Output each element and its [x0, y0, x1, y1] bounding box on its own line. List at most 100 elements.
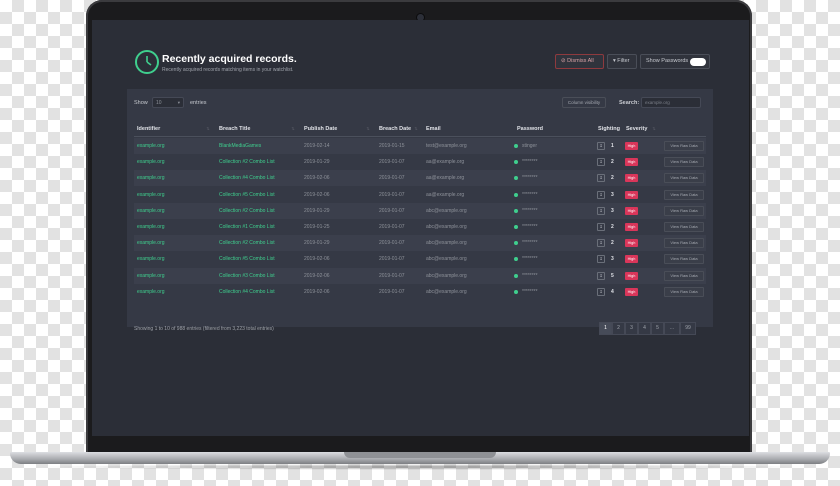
view-raw-data-button[interactable]: View Raw Data — [664, 205, 704, 216]
screen: Recently acquired records. Recently acqu… — [92, 20, 749, 436]
table-row: example.org Collection #5 Combo List 2019-… — [134, 251, 706, 268]
laptop-base-notch — [344, 452, 496, 458]
download-icon[interactable]: ↧ — [597, 190, 605, 199]
cell-identifier[interactable]: example.org — [137, 289, 165, 295]
cell-identifier[interactable]: example.org — [137, 224, 165, 230]
cell-breach-title[interactable]: Collection #5 Combo List — [219, 256, 275, 262]
download-icon[interactable]: ↧ — [597, 287, 605, 296]
cell-breach-title[interactable]: Collection #2 Combo List — [219, 159, 275, 165]
table-row: example.org Collection #3 Combo List 2019-… — [134, 267, 706, 284]
cell-identifier[interactable]: example.org — [137, 273, 165, 279]
download-icon[interactable]: ↧ — [597, 239, 605, 248]
sort-icon[interactable]: ↑↓ — [414, 126, 418, 132]
chevron-down-icon: ▾ — [177, 100, 180, 105]
page-size-value: 10 — [156, 100, 162, 106]
filter-button[interactable]: ▾ Filter — [607, 54, 637, 69]
cell-identifier[interactable]: example.org — [137, 208, 165, 214]
page-button-4[interactable]: 4 — [638, 322, 651, 335]
sort-icon[interactable]: ↑↓ — [206, 126, 210, 132]
cell-breach-title[interactable]: Collection #3 Combo List — [219, 273, 275, 279]
column-header-severity[interactable]: Severity — [626, 126, 647, 132]
cell-identifier[interactable]: example.org — [137, 159, 165, 165]
view-raw-data-button[interactable]: View Raw Data — [664, 157, 704, 168]
cell-breach-title[interactable]: BlankMediaGames — [219, 143, 261, 149]
cell-breach-date: 2019-01-15 — [379, 143, 405, 149]
column-header-publish-date[interactable]: Publish Date — [304, 126, 337, 132]
cell-identifier[interactable]: example.org — [137, 143, 165, 149]
password-status-dot — [514, 289, 518, 294]
cell-breach-date: 2019-01-07 — [379, 159, 405, 166]
cell-password: ******** — [522, 272, 538, 279]
cell-breach-title[interactable]: Collection #2 Combo List — [219, 240, 275, 246]
cell-email: test@example.org — [426, 143, 467, 149]
download-icon[interactable]: ↧ — [597, 174, 605, 183]
cell-identifier[interactable]: example.org — [137, 256, 165, 262]
cell-breach-title[interactable]: Collection #5 Combo List — [219, 192, 275, 198]
column-header-sighting[interactable]: Sighting — [598, 126, 620, 132]
cell-email: abc@example.org — [426, 256, 467, 263]
cell-email: abc@example.org — [426, 224, 467, 230]
page-button-3[interactable]: 3 — [625, 322, 638, 335]
cell-sighting: 3 — [611, 256, 614, 263]
column-header-breach-date[interactable]: Breach Date — [379, 126, 411, 132]
severity-badge: High — [625, 190, 638, 199]
table-row: example.org Collection #2 Combo List 2019-… — [134, 235, 706, 252]
cell-sighting: 2 — [611, 175, 614, 182]
cell-identifier[interactable]: example.org — [137, 175, 165, 181]
column-header-breach-title[interactable]: Breach Title — [219, 126, 250, 132]
column-header-email[interactable]: Email — [426, 126, 441, 132]
cell-breach-title[interactable]: Collection #4 Combo List — [219, 289, 275, 295]
view-raw-data-button[interactable]: View Raw Data — [664, 270, 704, 281]
filter-label: Filter — [617, 58, 630, 64]
download-icon[interactable]: ↧ — [597, 142, 605, 150]
download-icon[interactable]: ↧ — [597, 223, 605, 231]
cell-publish-date: 2019-02-06 — [304, 272, 330, 279]
cell-publish-date: 2019-02-06 — [304, 288, 330, 295]
cell-sighting: 1 — [611, 143, 614, 149]
download-icon[interactable]: ↧ — [597, 158, 605, 167]
download-icon[interactable]: ↧ — [597, 255, 605, 264]
view-raw-data-button[interactable]: View Raw Data — [664, 189, 704, 200]
view-raw-data-button[interactable]: View Raw Data — [664, 141, 704, 151]
column-header-password[interactable]: Password — [517, 126, 543, 132]
column-visibility-button[interactable]: Column visibility — [562, 97, 606, 108]
cell-breach-date: 2019-01-07 — [379, 175, 405, 182]
cell-breach-date: 2019-01-07 — [379, 288, 405, 295]
password-status-dot — [514, 176, 518, 181]
view-raw-data-button[interactable]: View Raw Data — [664, 286, 704, 297]
severity-badge: High — [625, 223, 638, 231]
cell-password: stinger — [522, 143, 538, 149]
records-card: Show 10 ▾ entries Column visibility Sear… — [127, 89, 713, 335]
cell-publish-date: 2019-02-06 — [304, 191, 330, 198]
page-button-5[interactable]: 5 — [651, 322, 664, 335]
page-size-select[interactable]: 10 ▾ — [152, 97, 184, 108]
cell-sighting: 3 — [611, 191, 614, 198]
column-header-identifier[interactable]: Identifier — [137, 126, 160, 132]
show-passwords-toggle[interactable] — [690, 58, 706, 66]
cell-breach-date: 2019-01-07 — [379, 207, 405, 214]
table-row: example.org BlankMediaGames 2019-02-14 2019… — [134, 138, 706, 154]
view-raw-data-button[interactable]: View Raw Data — [664, 222, 704, 232]
page-button-99[interactable]: 99 — [680, 322, 696, 335]
sort-icon[interactable]: ↑↓ — [652, 126, 656, 132]
sort-icon[interactable]: ↑↓ — [366, 126, 370, 132]
cell-identifier[interactable]: example.org — [137, 192, 165, 198]
cell-password: ******** — [522, 175, 538, 182]
dismiss-all-button[interactable]: ⊘ Dismiss All — [555, 54, 604, 69]
sort-icon[interactable]: ↑↓ — [291, 126, 295, 132]
download-icon[interactable]: ↧ — [597, 271, 605, 280]
view-raw-data-button[interactable]: View Raw Data — [664, 173, 704, 184]
cell-breach-title[interactable]: Collection #1 Combo List — [219, 224, 275, 230]
search-input[interactable]: example.org — [641, 97, 701, 108]
cell-breach-title[interactable]: Collection #4 Combo List — [219, 175, 275, 181]
download-icon[interactable]: ↧ — [597, 206, 605, 215]
view-raw-data-button[interactable]: View Raw Data — [664, 238, 704, 249]
cell-password: ******** — [522, 159, 538, 166]
cell-breach-title[interactable]: Collection #2 Combo List — [219, 208, 275, 214]
page-button-1[interactable]: 1 — [599, 322, 612, 335]
cell-identifier[interactable]: example.org — [137, 240, 165, 246]
page-button-2[interactable]: 2 — [612, 322, 625, 335]
cell-breach-date: 2019-01-07 — [379, 224, 405, 230]
view-raw-data-button[interactable]: View Raw Data — [664, 254, 704, 265]
password-status-dot — [514, 160, 518, 165]
